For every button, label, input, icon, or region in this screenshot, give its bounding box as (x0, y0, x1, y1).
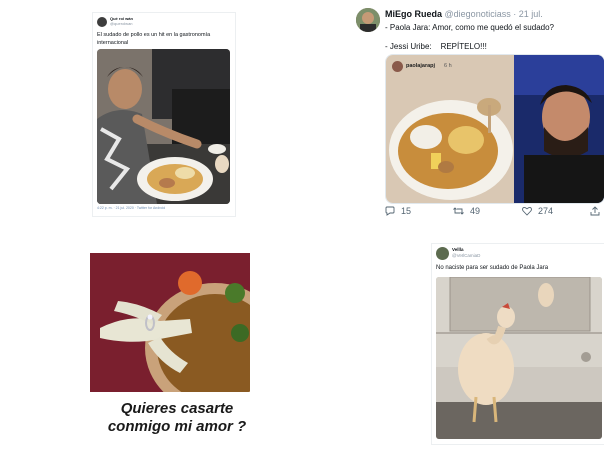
embed-username[interactable]: paolajarapj (406, 63, 435, 69)
share-button[interactable] (590, 206, 600, 216)
share-icon (590, 206, 600, 216)
author-name[interactable]: Vellla (452, 247, 464, 252)
tweet-line-1: - Paola Jara: Amor, como me quedó el sud… (385, 23, 554, 32)
embed-avatar[interactable] (392, 61, 403, 72)
avatar[interactable] (97, 17, 107, 27)
photo-man-with-plate (97, 49, 230, 204)
tweet-card-1[interactable]: Qué rol wán @querolwan El sudado de poll… (92, 12, 236, 217)
avatar-image (356, 8, 380, 32)
embed-time: 6 h (444, 63, 452, 69)
avatar[interactable] (436, 247, 449, 260)
retweet-icon (453, 207, 464, 215)
meme-caption-line-1: Quieres casarte (120, 400, 234, 417)
embedded-media[interactable]: paolajarapj 6 h (385, 54, 604, 204)
tweet-date[interactable]: · 21 jul. (513, 9, 543, 19)
tweet-header: MiEgo Rueda @diegonoticiass · 21 jul. (385, 9, 543, 19)
avatar[interactable] (356, 8, 380, 32)
tweet-footer: 4:22 p. m. · 21 jul. 2020 · Twitter for … (97, 206, 166, 210)
author-handle[interactable]: @VeIlCamiaD (452, 253, 480, 258)
tweet-text: El sudado de pollo es un hit en la gastr… (97, 32, 211, 46)
retweet-button[interactable]: 49 (453, 206, 480, 216)
reply-count: 15 (401, 206, 412, 216)
meme-caption: Quieres casarte conmigo mi amor ? (92, 400, 262, 436)
reply-button[interactable]: 15 (385, 206, 411, 216)
tweet-photo[interactable] (97, 49, 230, 204)
author-name[interactable]: MiEgo Rueda (385, 9, 442, 19)
reply-icon (385, 206, 395, 216)
retweet-count: 49 (470, 206, 481, 216)
photo-chicken-foot-ring (90, 253, 250, 392)
tweet-line-2: - Jessi Uribe: REPÍTELO!!! (385, 42, 487, 51)
tweet-card-3[interactable]: Vellla @VeIlCamiaD No naciste para ser s… (431, 243, 604, 445)
like-count: 274 (538, 206, 554, 216)
meme-caption-line-2: conmigo mi amor ? (107, 418, 247, 435)
author-handle[interactable]: @querolwan (110, 21, 133, 26)
photo-man-reaction (514, 55, 604, 203)
meme-image[interactable] (90, 253, 250, 392)
photo-chicken-mirror (436, 277, 602, 439)
photo-sudado-plate (386, 55, 514, 203)
tweet-text: No naciste para ser sudado de Paola Jara (436, 265, 549, 271)
tweet-photo[interactable] (436, 277, 602, 439)
heart-icon (522, 206, 532, 216)
tweet-card-2[interactable]: MiEgo Rueda @diegonoticiass · 21 jul. - … (352, 4, 604, 226)
author-handle[interactable]: @diegonoticiass (445, 9, 511, 19)
like-button[interactable]: 274 (522, 206, 553, 216)
